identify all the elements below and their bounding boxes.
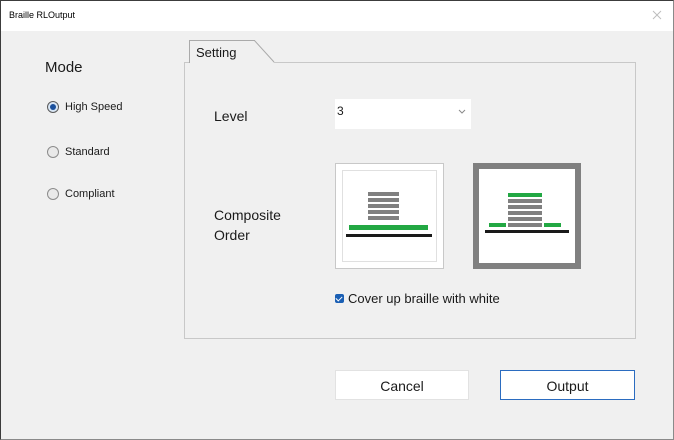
cancel-button[interactable]: Cancel: [335, 370, 469, 400]
radio-unchecked-icon[interactable]: [47, 188, 59, 200]
mode-group-label: Mode: [45, 59, 83, 76]
mode-radio-standard[interactable]: Standard: [47, 146, 110, 158]
mode-radio-compliant[interactable]: Compliant: [47, 188, 115, 200]
output-button[interactable]: Output: [500, 370, 635, 400]
chevron-down-icon: [458, 109, 466, 114]
braille-rloutput-dialog: Braille RLOutput Mode High Speed Standar…: [0, 0, 674, 440]
mode-radio-high-speed[interactable]: High Speed: [47, 101, 123, 113]
cover-up-checkbox[interactable]: Cover up braille with white: [335, 291, 500, 306]
radio-unchecked-icon[interactable]: [47, 146, 59, 158]
composite-order-option-braille-on-top[interactable]: [335, 163, 444, 269]
level-label: Level: [214, 108, 248, 124]
composite-order-label: Composite Order: [214, 205, 281, 245]
window-title: Braille RLOutput: [9, 10, 76, 20]
radio-label: High Speed: [65, 101, 123, 113]
level-select-value: 3: [337, 104, 344, 118]
composite-order-label-line2: Order: [214, 227, 250, 243]
close-icon[interactable]: [651, 9, 663, 21]
composite-order-option-braille-in-middle[interactable]: [473, 163, 581, 269]
radio-label: Compliant: [65, 188, 115, 200]
checkbox-checked-icon[interactable]: [335, 294, 344, 303]
braille-in-middle-icon: [485, 193, 569, 233]
radio-label: Standard: [65, 146, 110, 158]
radio-checked-icon[interactable]: [47, 101, 59, 113]
title-bar[interactable]: Braille RLOutput: [1, 1, 673, 31]
tab-setting-label: Setting: [196, 45, 237, 60]
tab-setting-edge: [254, 40, 275, 64]
braille-on-top-icon: [346, 192, 432, 237]
cover-up-label: Cover up braille with white: [348, 291, 500, 306]
composite-order-label-line1: Composite: [214, 207, 281, 223]
level-select[interactable]: 3: [335, 99, 471, 129]
